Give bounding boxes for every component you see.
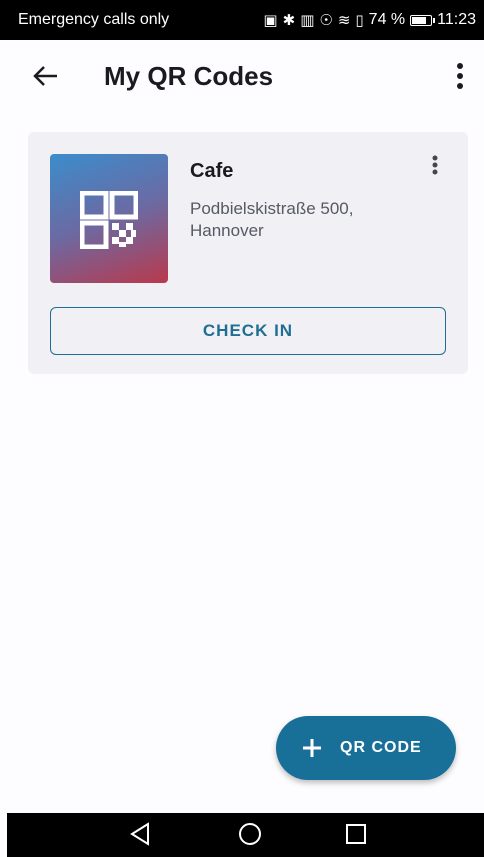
eye-comfort-icon: ☉: [319, 11, 333, 29]
nav-home-button[interactable]: [237, 821, 263, 852]
back-button[interactable]: [30, 60, 62, 92]
address-line-1: Podbielskistraße 500,: [190, 199, 354, 218]
check-in-button[interactable]: CHECK IN: [50, 307, 446, 355]
wifi-icon: ≋: [337, 11, 351, 29]
nav-back-button[interactable]: [128, 821, 152, 852]
qr-code-icon: [80, 191, 138, 249]
nav-recents-icon: [346, 824, 366, 844]
screen: Emergency calls only ▣ ✱ ▥ ☉ ≋ ▯ 74 % 11…: [0, 0, 484, 857]
nav-back-icon: [130, 822, 149, 846]
bluetooth-icon: ✱: [282, 11, 296, 29]
plus-icon: [303, 739, 321, 757]
nav-recents-button[interactable]: [344, 821, 368, 852]
cast-icon: ▣: [263, 11, 278, 29]
battery-percent: 74 %: [368, 11, 406, 28]
card-address: Podbielskistraße 500, Hannover: [190, 198, 353, 242]
nav-home-icon: [239, 823, 261, 845]
data-icon: ▯: [355, 11, 364, 29]
battery-icon: [410, 14, 436, 26]
nfc-icon: ▥: [300, 11, 315, 29]
system-nav-bar: [7, 813, 484, 857]
add-qr-code-button[interactable]: QR CODE: [276, 716, 456, 780]
qr-code-card[interactable]: Cafe Podbielskistraße 500, Hannover CHEC…: [28, 132, 468, 374]
carrier-text: Emergency calls only: [18, 11, 170, 28]
page-title: My QR Codes: [104, 61, 274, 91]
qr-thumbnail: [50, 154, 168, 283]
status-bar: Emergency calls only ▣ ✱ ▥ ☉ ≋ ▯ 74 % 11…: [0, 0, 484, 40]
clock: 11:23: [437, 11, 476, 28]
fab-label: QR CODE: [340, 739, 422, 756]
card-menu-button[interactable]: [424, 152, 446, 182]
overflow-menu-button[interactable]: [446, 58, 474, 94]
app-bar: My QR Codes: [0, 40, 484, 112]
card-title: Cafe: [190, 160, 234, 182]
more-vert-icon: [432, 155, 438, 175]
address-line-2: Hannover: [190, 221, 264, 240]
more-vert-icon: [457, 63, 463, 89]
status-icons: ▣ ✱ ▥ ☉ ≋ ▯ 74 % 11:23: [263, 11, 476, 29]
arrow-left-icon: [33, 66, 57, 86]
